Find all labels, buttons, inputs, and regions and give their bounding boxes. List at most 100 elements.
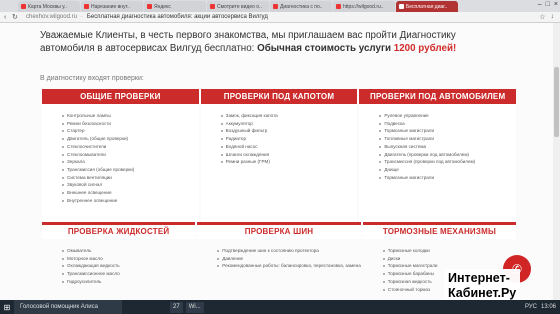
scrollbar-thumb[interactable]	[554, 67, 559, 137]
checklist-item: Рекомендованные работы: балансировка, пе…	[217, 262, 361, 270]
checklist-item: Омыватель	[62, 247, 195, 255]
section-under-car: ПРОВЕРКИ ПОД АВТОМОБИЛЕМ Рулевое управле…	[359, 89, 517, 235]
browser-tab[interactable]: https://wilgood.ru..	[333, 1, 395, 12]
checklist-item: Тормозные магистрали	[379, 127, 516, 135]
checklist-item: Внешнее освещение	[62, 189, 199, 197]
section-header: ПРОВЕРКИ ПОД КАПОТОМ	[200, 89, 358, 104]
page-scrollbar[interactable]	[553, 23, 560, 300]
taskbar-search[interactable]: Голосовой помощник Алиса	[14, 300, 122, 314]
checklist-item: Тормозные магистрали	[379, 174, 516, 182]
taskbar-app[interactable]: Wi...	[185, 301, 204, 313]
checklist-item: Стартер	[62, 127, 199, 135]
checklist-item: Контрольные лампы	[62, 112, 199, 120]
system-tray: РУС 13:06	[525, 300, 556, 314]
checklist-item: Ремни разные (ГРМ)	[220, 158, 358, 166]
section-header: ОБЩИЕ ПРОВЕРКИ	[42, 89, 199, 104]
checklist: Подтверждение шин к состоянию протектора…	[197, 239, 361, 270]
checklist-item: Водяной насос	[220, 143, 358, 151]
intro-paragraph: Уважаемые Клиенты, в честь первого знако…	[40, 30, 457, 54]
checklist-item: Днище	[379, 166, 516, 174]
browser-tab[interactable]: Нарезание внут..	[81, 1, 143, 12]
url-separator: ·	[80, 14, 83, 20]
address-bar: ‹ ↻ chexhov.wilgood.ru · Бесплатная диаг…	[0, 12, 560, 23]
intro-bold: Обычная стоимость услуги	[257, 43, 392, 54]
checklist-item: Трансмиссия (общие проверки)	[62, 166, 199, 174]
checklist-item: Подвеска	[379, 120, 516, 128]
tab-favicon-icon	[84, 4, 89, 9]
checklist-item: Рулевое управление	[379, 112, 516, 120]
tab-favicon-icon	[273, 4, 278, 9]
checklist: Контрольные лампы Ремни безопасности Старт…	[42, 104, 199, 204]
checklist: Рулевое управление Подвеска Тормозные маги…	[359, 104, 516, 181]
checklist-item: Охлаждающая жидкость	[62, 262, 195, 270]
section-under-hood: ПРОВЕРКИ ПОД КАПОТОМ Замок, фиксация кап…	[200, 89, 358, 235]
section-header: ПРОВЕРКИ ПОД АВТОМОБИЛЕМ	[359, 89, 517, 104]
browser-tab-strip: Карта Москвы у.. Нарезание внут.. Яндекс…	[0, 0, 560, 12]
checklist: Омыватель Моторное масло Охлаждающая жидко…	[42, 239, 195, 286]
section-header: ПРОВЕРКА ШИН	[197, 222, 361, 239]
taskbar-apps: 27 Wi...	[170, 301, 204, 313]
maximize-icon[interactable]: □	[546, 1, 550, 8]
section-header: ПРОВЕРКА ЖИДКОСТЕЙ	[42, 222, 196, 239]
browser-tab-active[interactable]: Бесплатная диаг..	[396, 1, 458, 12]
checklist-item: Система вентиляции	[62, 174, 199, 182]
checklist-item: Стеклоомыватели	[62, 151, 199, 159]
checklist-item: Воздушный фильтр	[220, 127, 358, 135]
top-checks-grid: ОБЩИЕ ПРОВЕРКИ Контрольные лампы Ремни бе…	[42, 89, 517, 235]
os-taskbar: ⊞ Голосовой помощник Алиса 27 Wi... РУС …	[0, 300, 560, 314]
section-fluids: ПРОВЕРКА ЖИДКОСТЕЙ Омыватель Моторное мас…	[42, 222, 196, 293]
browser-tab[interactable]: Карта Москвы у..	[18, 1, 80, 12]
taskbar-app[interactable]: 27	[170, 301, 183, 313]
back-icon[interactable]: ‹	[4, 14, 12, 21]
window-controls: – □ ×	[538, 1, 558, 8]
close-icon[interactable]: ×	[554, 1, 558, 8]
section-tires: ПРОВЕРКА ШИН Подтверждение шин к состоян…	[197, 222, 361, 293]
checklist-item: Моторное масло	[62, 255, 195, 263]
checklist-item: Давление	[217, 255, 361, 263]
minimize-icon[interactable]: –	[538, 1, 542, 8]
start-icon[interactable]: ⊞	[0, 300, 14, 314]
page-title: Бесплатная диагностика автомобиля: акции…	[86, 14, 268, 20]
checklist-item: Трансмиссионное масло	[62, 270, 195, 278]
checklist-item: Топливные магистрали	[379, 135, 516, 143]
browser-tab[interactable]: Диагностика с по..	[270, 1, 332, 12]
checklist-item: Шланги охлаждения	[220, 151, 358, 159]
checklist: Замок, фиксация капота Аккумулятор Воздушн…	[201, 104, 358, 166]
checklist-item: Радиатор	[220, 135, 358, 143]
clock[interactable]: 13:06	[541, 304, 556, 310]
checklist-item: Двигатель (общие проверки)	[62, 135, 199, 143]
checklist-item: Тормозные колодки	[382, 247, 516, 255]
diagnostics-caption: В диагностику входят проверки:	[40, 75, 144, 82]
watermark-logo: Интернет- Кабинет.Ру	[444, 269, 521, 303]
checklist-item: Выпускная система	[379, 143, 516, 151]
browser-tab[interactable]: Яндекс	[144, 1, 206, 12]
intro-price: 1200 рублей!	[393, 43, 457, 54]
tab-favicon-icon	[399, 4, 404, 9]
url-field[interactable]: chexhov.wilgood.ru	[26, 14, 77, 20]
tab-favicon-icon	[336, 4, 341, 9]
checklist-item: Двигатель (проверки под автомобилем)	[379, 151, 516, 159]
address-bar-actions: ☆ ↓	[539, 13, 554, 21]
refresh-icon[interactable]: ↻	[12, 13, 20, 21]
checklist-item: Гидроусилитель	[62, 278, 195, 286]
download-icon[interactable]: ↓	[551, 13, 555, 21]
checklist-item: Подтверждение шин к состоянию протектора	[217, 247, 361, 255]
section-general-checks: ОБЩИЕ ПРОВЕРКИ Контрольные лампы Ремни бе…	[42, 89, 199, 235]
checklist-item: Аккумулятор	[220, 120, 358, 128]
checklist-item: Стеклоочистители	[62, 143, 199, 151]
browser-tab[interactable]: Смотрите видео о..	[207, 1, 269, 12]
checklist-item: Трансмиссия (проверки под автомобилем)	[379, 158, 516, 166]
page-content: Уважаемые Клиенты, в честь первого знако…	[0, 23, 560, 300]
tab-favicon-icon	[147, 4, 152, 9]
checklist-item: Ремни безопасности	[62, 120, 199, 128]
language-indicator[interactable]: РУС	[525, 304, 537, 310]
checklist-item: Внутреннее освещение	[62, 197, 199, 205]
checklist-item: Звуковой сигнал	[62, 181, 199, 189]
bookmark-icon[interactable]: ☆	[539, 13, 545, 21]
checklist-item: Зеркала	[62, 158, 199, 166]
tab-favicon-icon	[210, 4, 215, 9]
checklist-item: Замок, фиксация капота	[220, 112, 358, 120]
tab-favicon-icon	[21, 4, 26, 9]
checklist-item: Диски	[382, 255, 516, 263]
section-header: ТОРМОЗНЫЕ МЕХАНИЗМЫ	[362, 222, 517, 239]
